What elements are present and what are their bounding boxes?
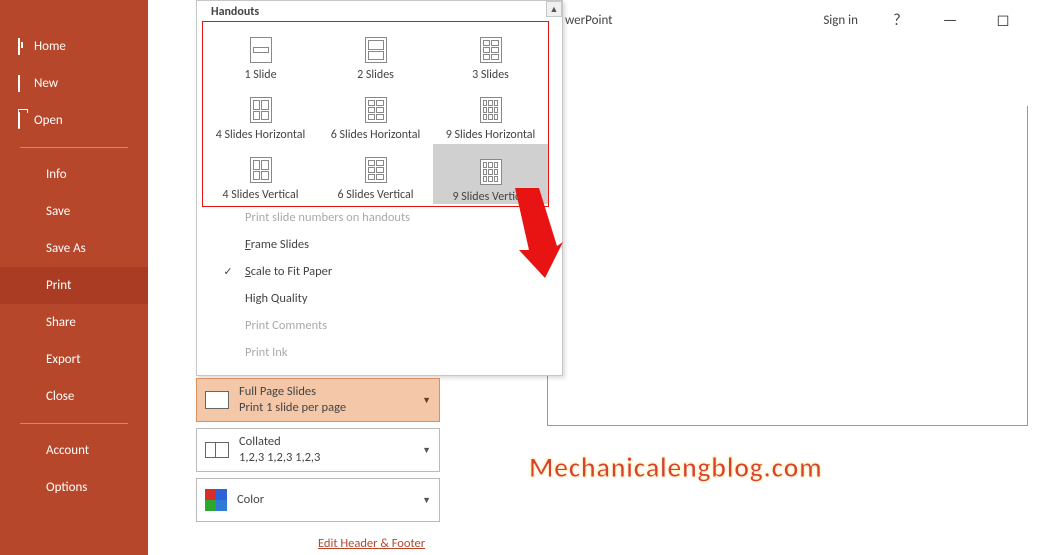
sidebar-item-save[interactable]: Save (0, 193, 148, 230)
handout-4h-slides[interactable]: 4 Slides Horizontal (203, 82, 318, 142)
scroll-up-icon[interactable]: ▲ (546, 1, 562, 17)
setting-color-dropdown[interactable]: Color ▼ (196, 478, 440, 522)
maximize-icon[interactable]: ◻ (989, 10, 1017, 30)
sidebar-label-open: Open (34, 113, 63, 128)
slide-3-icon (480, 37, 502, 63)
handout-4v-slides[interactable]: 4 Slides Vertical (203, 142, 318, 202)
menu-high-quality[interactable]: High Quality (211, 285, 552, 312)
print-settings: Full Page SlidesPrint 1 slide per page ▼… (196, 378, 440, 528)
handout-9h-slides[interactable]: 9 Slides Horizontal (433, 82, 548, 142)
slide-2-icon (365, 37, 387, 63)
sign-in-link[interactable]: Sign in (823, 13, 858, 28)
chevron-down-icon: ▼ (422, 395, 431, 406)
chevron-down-icon: ▼ (422, 495, 431, 506)
menu-print-comments: Print Comments (211, 312, 552, 339)
check-icon: ✓ (221, 265, 235, 278)
home-icon (18, 39, 20, 54)
sidebar-item-saveas[interactable]: Save As (0, 230, 148, 267)
slide-4h-icon (250, 97, 272, 123)
menu-print-slide-numbers: Print slide numbers on handouts (211, 204, 552, 231)
menu-scale-to-fit[interactable]: ✓Scale to Fit Paper (211, 258, 552, 285)
slide-6v-icon (365, 157, 387, 183)
sidebar-item-info[interactable]: Info (0, 156, 148, 193)
handout-6v-slides[interactable]: 6 Slides Vertical (318, 142, 433, 202)
sidebar-item-close[interactable]: Close (0, 378, 148, 415)
sidebar-label-new: New (34, 76, 58, 91)
slide-4v-icon (250, 157, 272, 183)
sidebar-item-share[interactable]: Share (0, 304, 148, 341)
new-icon (18, 76, 20, 91)
help-icon[interactable]: ? (883, 11, 911, 30)
setting-collate-dropdown[interactable]: Collated1,2,3 1,2,3 1,2,3 ▼ (196, 428, 440, 472)
sidebar-item-options[interactable]: Options (0, 469, 148, 506)
print-preview-pane (547, 106, 1028, 426)
app-name: werPoint (565, 13, 613, 28)
slide-9h-icon (480, 97, 502, 123)
sidebar-item-home[interactable]: Home (0, 28, 148, 65)
color-icon (205, 489, 227, 511)
setting-layout-dropdown[interactable]: Full Page SlidesPrint 1 slide per page ▼ (196, 378, 440, 422)
sidebar-item-open[interactable]: Open (0, 102, 148, 139)
sidebar-separator (20, 147, 128, 148)
page-icon (205, 391, 229, 409)
handout-3-slides[interactable]: 3 Slides (433, 22, 548, 82)
print-layout-dropdown: ▲ Handouts 1 Slide 2 Slides 3 Slides 4 S… (196, 0, 563, 376)
sidebar-label-home: Home (34, 39, 66, 54)
handout-options-grid: 1 Slide 2 Slides 3 Slides 4 Slides Horiz… (202, 21, 549, 207)
watermark-text: Mechanicalengblog.com (529, 450, 822, 485)
slide-1-icon (250, 37, 272, 63)
menu-frame-slides[interactable]: Frame Slides (211, 231, 552, 258)
open-icon (18, 113, 20, 128)
sidebar-item-new[interactable]: New (0, 65, 148, 102)
handout-2-slides[interactable]: 2 Slides (318, 22, 433, 82)
minimize-icon[interactable]: — (936, 11, 964, 30)
handout-9v-slides[interactable]: 9 Slides Vertical (433, 144, 548, 204)
handout-6h-slides[interactable]: 6 Slides Horizontal (318, 82, 433, 142)
slide-9v-icon (480, 159, 502, 185)
backstage-sidebar: Home New Open Info Save Save As Print Sh… (0, 0, 148, 555)
title-bar: werPoint Sign in ? — ◻ (560, 0, 1037, 40)
dropdown-menu-list: Print slide numbers on handouts Frame Sl… (211, 204, 552, 366)
handout-1-slide[interactable]: 1 Slide (203, 22, 318, 82)
sidebar-separator (20, 423, 128, 424)
edit-header-footer-link[interactable]: Edit Header & Footer (318, 536, 425, 551)
sidebar-item-export[interactable]: Export (0, 341, 148, 378)
chevron-down-icon: ▼ (422, 445, 431, 456)
slide-6h-icon (365, 97, 387, 123)
sidebar-item-print[interactable]: Print (0, 267, 148, 304)
menu-print-ink: Print Ink (211, 339, 552, 366)
collate-icon (205, 442, 229, 458)
sidebar-item-account[interactable]: Account (0, 432, 148, 469)
